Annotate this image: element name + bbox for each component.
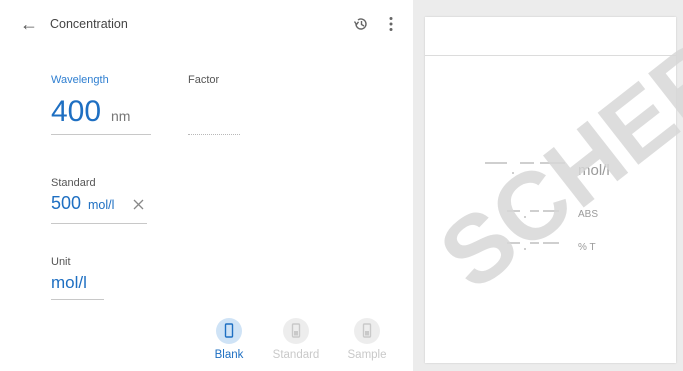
- arrow-back-icon[interactable]: ←: [20, 12, 40, 36]
- tab-sample[interactable]: Sample: [342, 318, 392, 361]
- reading-dash: [507, 210, 520, 212]
- tab-blank-label: Blank: [214, 349, 244, 361]
- reading-dot: [524, 216, 526, 218]
- reading-dash: [507, 242, 520, 244]
- unit-label: Unit: [51, 256, 71, 268]
- factor-label: Factor: [188, 74, 220, 86]
- wavelength-field[interactable]: 400 nm: [51, 95, 151, 135]
- wavelength-label: Wavelength: [51, 74, 109, 86]
- app-bar: ← Concentration: [0, 0, 413, 50]
- wavelength-underline: [51, 134, 151, 135]
- page-title: Concentration: [50, 17, 128, 31]
- reading-dash: [540, 162, 565, 164]
- abs-unit: ABS: [578, 209, 599, 220]
- result-divider: [425, 55, 676, 56]
- close-icon[interactable]: [133, 199, 144, 210]
- standard-label: Standard: [51, 177, 96, 189]
- standard-unit: mol/l: [88, 198, 115, 212]
- unit-underline: [51, 299, 104, 300]
- tab-standard[interactable]: Standard: [271, 318, 321, 361]
- reading-dash: [520, 162, 534, 164]
- settings-panel: ← Concentration Wavelength 400 nm Factor…: [0, 0, 413, 371]
- reading-dash: [543, 210, 559, 212]
- wavelength-value: 400: [51, 95, 102, 128]
- main-unit: mol/l: [578, 162, 610, 179]
- reading-dash: [530, 242, 539, 244]
- reading-dash: [485, 162, 507, 164]
- tab-standard-label: Standard: [272, 349, 320, 361]
- cuvette-icon: [354, 318, 380, 344]
- standard-underline: [51, 223, 147, 224]
- transmission-unit: % T: [578, 242, 596, 253]
- reading-dash: [530, 210, 539, 212]
- history-icon[interactable]: [352, 15, 370, 33]
- reading-dot: [512, 172, 514, 174]
- tab-sample-label: Sample: [347, 349, 387, 361]
- result-panel: mol/l ABS % T: [425, 17, 676, 363]
- standard-value: 500: [51, 193, 82, 213]
- tab-blank[interactable]: Blank: [204, 318, 254, 361]
- reading-dot: [524, 248, 526, 250]
- unit-select[interactable]: mol/l: [51, 273, 87, 293]
- wavelength-unit: nm: [111, 108, 131, 124]
- reading-dash: [543, 242, 559, 244]
- factor-field[interactable]: [188, 134, 240, 135]
- cuvette-icon: [283, 318, 309, 344]
- cuvette-icon: [216, 318, 242, 344]
- more-vert-icon[interactable]: [386, 15, 396, 33]
